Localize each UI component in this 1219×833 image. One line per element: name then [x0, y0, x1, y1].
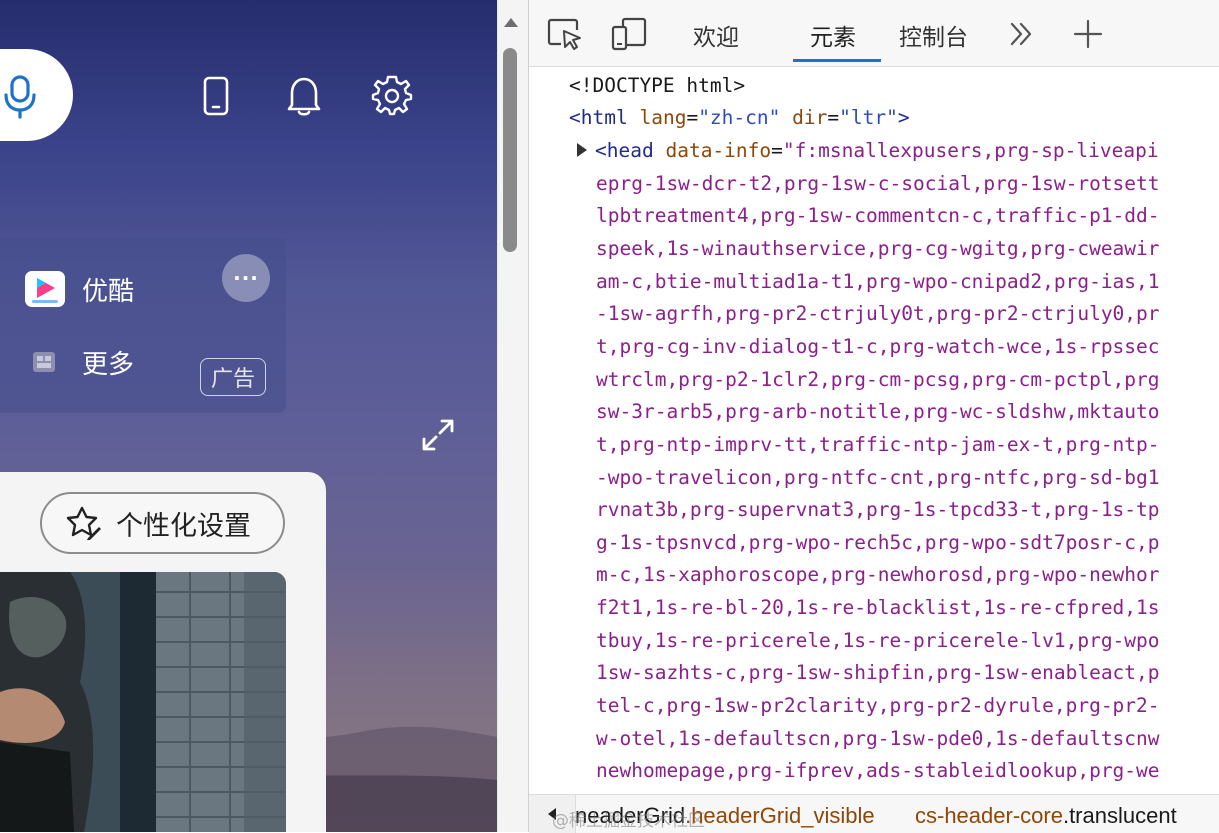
dom-attr-continuation: m-c,1s-xaphoroscope,prg-newhorosd,prg-wp…: [596, 563, 1160, 586]
dom-attr-continuation: lpbtreatment4,prg-1sw-commentcn-c,traffi…: [596, 204, 1160, 227]
browser-page: 优酷 更多 ··· 广告 个性化设置: [0, 0, 497, 832]
tab-welcome[interactable]: 欢迎: [693, 18, 739, 52]
ad-badge: 广告: [200, 358, 266, 396]
news-photo[interactable]: [0, 572, 286, 832]
dom-attr-continuation: t,prg-cg-inv-dialog-t1-c,prg-watch-wce,1…: [596, 335, 1160, 358]
dom-attr-continuation: am-c,btie-multiad1a-t1,prg-wpo-cnipad2,p…: [596, 270, 1160, 293]
quick-link-youku[interactable]: 优酷: [24, 270, 134, 308]
watermark: @稀土掘金技术社区: [552, 811, 705, 831]
notification-bell-icon[interactable]: [280, 72, 328, 120]
dom-head-line[interactable]: <head data-info="f:msnallexpusers,prg-sp…: [575, 135, 1159, 167]
dom-attr-continuation: g-1s-tpsnvcd,prg-wpo-rech5c,prg-wpo-sdt7…: [596, 531, 1160, 554]
device-emulation-icon[interactable]: [611, 16, 647, 52]
dom-attr-continuation: w-otel,1s-defaultscn,prg-1sw-pde0,1s-def…: [596, 727, 1160, 750]
more-apps-icon: [33, 352, 55, 372]
expand-icon[interactable]: [418, 415, 458, 455]
tab-console[interactable]: 控制台: [899, 18, 968, 52]
dom-attr-continuation: 1sw-sazhts-c,prg-1sw-shipfin,prg-1sw-ena…: [596, 661, 1160, 684]
devtools-tabbar: 欢迎 元素 控制台: [529, 0, 1219, 67]
settings-gear-icon[interactable]: [368, 72, 416, 120]
breadcrumb-item[interactable]: cs-header-core.translucent: [915, 803, 1177, 829]
dom-attr-continuation: -wpo-travelicon,prg-ntfc-cnt,prg-ntfc,pr…: [596, 466, 1160, 489]
quick-link-more[interactable]: 更多: [24, 343, 134, 381]
dom-attr-continuation: tbuy,1s-re-pricerele,1s-re-pricerele-lv1…: [596, 629, 1160, 652]
dom-doctype-line[interactable]: <!DOCTYPE html>: [569, 70, 745, 102]
dom-attr-continuation: wtrclm,prg-p2-1clr2,prg-cm-pcsg,prg-cm-p…: [596, 368, 1160, 391]
search-box-end[interactable]: [0, 49, 73, 141]
personalize-button[interactable]: 个性化设置: [40, 492, 285, 554]
quick-link-label: 优酷: [82, 276, 135, 307]
personalize-label: 个性化设置: [116, 510, 251, 542]
dom-tree[interactable]: <!DOCTYPE html> <html lang="zh-cn" dir="…: [529, 68, 1219, 792]
page-scrollbar[interactable]: [497, 0, 528, 832]
youku-logo-icon: [25, 271, 65, 307]
dom-attr-continuation: f2t1,1s-re-bl-20,1s-re-blacklist,1s-re-c…: [596, 596, 1160, 619]
dom-attr-continuation: tel-c,prg-1sw-pr2clarity,prg-pr2-dyrule,…: [596, 694, 1160, 717]
tab-elements[interactable]: 元素: [810, 18, 856, 52]
dom-attr-continuation: sw-3r-arb5,prg-arb-notitle,prg-wc-sldshw…: [596, 400, 1160, 423]
expand-triangle-icon[interactable]: [575, 142, 589, 158]
mobile-phone-icon[interactable]: [192, 72, 240, 120]
dom-attr-continuation: eprg-1sw-dcr-t2,prg-1sw-c-social,prg-1sw…: [596, 172, 1160, 195]
active-tab-indicator: [793, 59, 881, 62]
dom-html-line[interactable]: <html lang="zh-cn" dir="ltr">: [569, 102, 910, 134]
add-tool-plus-icon[interactable]: [1072, 18, 1104, 50]
dom-attr-continuation: -1sw-agrfh,prg-pr2-ctrjuly0t,prg-pr2-ctr…: [596, 302, 1160, 325]
doctype-text: <!DOCTYPE html>: [569, 74, 746, 97]
dom-attr-continuation: speek,1s-winauthservice,prg-cg-wgitg,prg…: [596, 237, 1160, 260]
inspect-element-icon[interactable]: [547, 16, 583, 52]
scroll-up-arrow-icon[interactable]: [503, 16, 519, 28]
quick-link-label: 更多: [82, 349, 135, 380]
dom-attr-continuation: t,prg-ntp-imprv-tt,traffic-ntp-jam-ex-t,…: [596, 433, 1160, 456]
more-options-button[interactable]: ···: [222, 254, 270, 302]
dom-attr-continuation: rvnat3b,prg-supervnat3,prg-1s-tpcd33-t,p…: [596, 498, 1160, 521]
scrollbar-thumb[interactable]: [503, 48, 517, 252]
devtools-panel: 欢迎 元素 控制台 <!DOCTYPE html> <html lang="zh…: [528, 0, 1219, 833]
star-edit-icon: [66, 506, 101, 540]
dom-attr-continuation: newhomepage,prg-ifprev,ads-stableidlooku…: [596, 759, 1160, 782]
more-tabs-chevron-icon[interactable]: [1007, 20, 1035, 48]
microphone-icon[interactable]: [3, 75, 37, 119]
